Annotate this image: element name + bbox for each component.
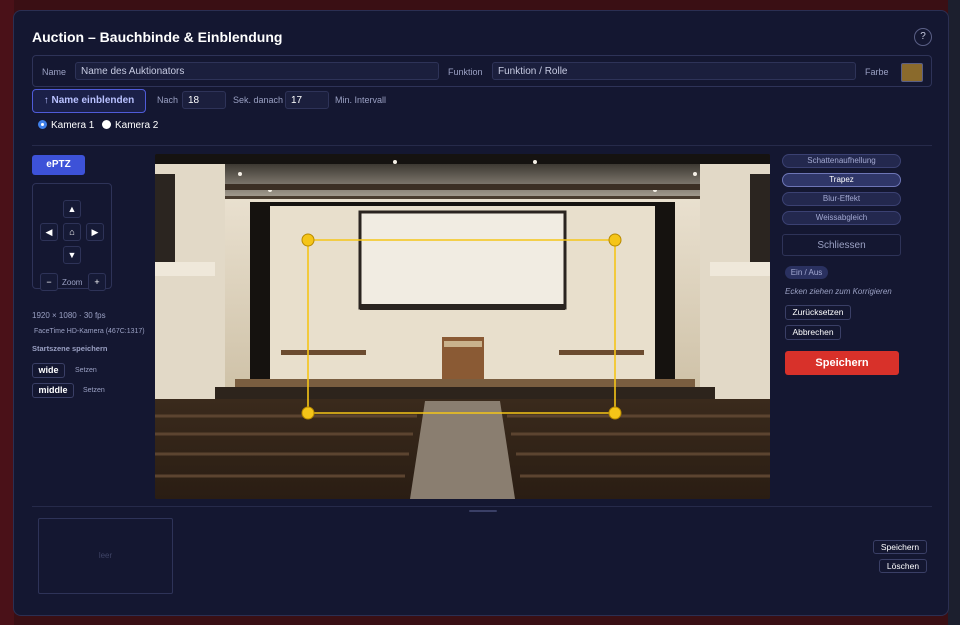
cancel-button[interactable]: Abbrechen [785,325,841,340]
camera-2-radio[interactable]: Kamera 2 [102,120,158,131]
backdrop-top [0,0,960,10]
color-picker[interactable] [901,63,923,82]
close-effects-button[interactable]: Schliessen [782,234,901,256]
farbe-label: Farbe [865,67,889,77]
radio-selected-icon [38,120,47,129]
nach-input[interactable]: 18 [182,91,226,109]
radio-empty-icon [102,120,111,129]
pan-right-icon[interactable]: ▶ [86,223,104,241]
effect-trapez[interactable]: Trapez [782,173,901,187]
startscene-label: Startszene speichern [32,344,108,353]
dialog-title: Auction – Bauchbinde & Einblendung [32,29,283,45]
pan-up-icon[interactable]: ▲ [63,200,81,218]
scene-wide-set[interactable]: Setzen [75,367,97,374]
nach-label: Nach [157,95,179,105]
camera-1-label: Kamera 1 [51,120,95,131]
camera-name-text: FaceTime HD-Kamera (467C:1317) [34,328,145,335]
corner-handle-tl[interactable] [301,233,315,247]
interval-input[interactable]: 17 [285,91,329,109]
bottom-save-button[interactable]: Speichern [873,540,927,554]
reset-button[interactable]: Zurücksetzen [785,305,851,320]
name-label: Name [42,67,67,77]
pan-left-icon[interactable]: ◀ [40,223,58,241]
sek-label: Sek. danach [233,95,284,105]
camera-preview[interactable] [155,154,770,499]
camera-1-radio[interactable]: Kamera 1 [38,120,94,131]
interval-label: Min. Intervall [335,95,387,105]
bottom-delete-button[interactable]: Löschen [879,559,927,573]
scene-wide-button[interactable]: wide [32,363,65,378]
zoom-in-icon[interactable]: + [88,273,106,291]
name-input[interactable]: Name des Auktionators [75,62,439,80]
corner-handle-tr[interactable] [608,233,622,247]
auction-dialog: Auction – Bauchbinde & Einblendung ? Nam… [13,10,949,616]
scene-middle-button[interactable]: middle [32,383,74,398]
help-icon[interactable]: ? [914,28,932,46]
effect-weissabgleich[interactable]: Weissabgleich [782,211,901,225]
show-name-button[interactable]: ↑ Name einblenden [32,89,146,113]
corner-handle-br[interactable] [608,406,622,420]
divider-bottom [32,506,932,507]
lower-third-fields: Name Name des Auktionators Funktion Funk… [32,55,932,87]
pan-down-icon[interactable]: ▼ [63,246,81,264]
zoom-out-icon[interactable]: − [40,273,58,291]
zoom-label: Zoom [62,278,83,287]
auditorium-image [155,154,770,499]
effect-blur[interactable]: Blur-Effekt [782,192,901,206]
resize-handle[interactable] [469,510,497,512]
camera-2-label: Kamera 2 [115,120,159,131]
backdrop-left [0,0,14,625]
toggle-effect-button[interactable]: Ein / Aus [785,266,828,279]
corner-handle-bl[interactable] [301,406,315,420]
home-icon[interactable]: ⌂ [63,223,81,241]
funktion-input[interactable]: Funktion / Rolle [492,62,856,80]
scene-middle-set[interactable]: Setzen [83,387,105,394]
backdrop-right [948,0,960,625]
effect-schattenaufhellung[interactable]: Schattenaufhellung [782,154,901,168]
save-effect-button[interactable]: Speichern [785,351,899,375]
ptz-pad: ▲ ◀ ⌂ ▶ ▼ − Zoom + [32,183,112,291]
resolution-text: 1920 × 1080 · 30 fps [32,311,106,320]
trapez-hint: Ecken ziehen zum Korrigieren [785,287,892,296]
empty-slot: leer [38,518,173,594]
funktion-label: Funktion [448,67,483,77]
eptz-button[interactable]: ePTZ [32,155,85,175]
divider [32,145,932,146]
